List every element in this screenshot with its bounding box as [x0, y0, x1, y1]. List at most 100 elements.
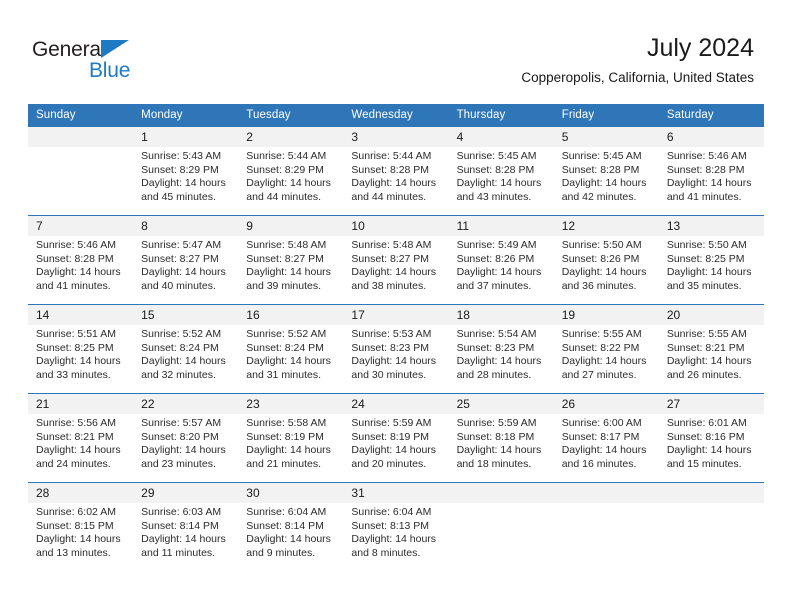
page-header: General Blue July 2024 Copperopolis, Cal… — [0, 0, 792, 100]
sunrise-text: Sunrise: 5:53 AM — [351, 328, 432, 340]
calendar-week-row: 14 Sunrise: 5:51 AM Sunset: 8:25 PM Dayligh… — [28, 304, 764, 394]
daylight-text-line2: and 24 minutes. — [36, 457, 111, 470]
sunrise-text: Sunrise: 5:48 AM — [351, 239, 432, 251]
day-cell-inner — [28, 127, 134, 215]
daylight-text-line2: and 39 minutes. — [246, 279, 321, 292]
day-cell-inner: 11 Sunrise: 5:49 AM Sunset: 8:26 PM Dayligh… — [448, 216, 554, 304]
sunset-text: Sunset: 8:23 PM — [351, 341, 430, 354]
calendar-day-cell[interactable]: 7 Sunrise: 5:46 AM Sunset: 8:28 PM Daylight… — [28, 215, 134, 305]
calendar-page: General Blue July 2024 Copperopolis, Cal… — [0, 0, 792, 612]
daylight-text-line1: Daylight: 14 hours — [246, 444, 331, 457]
day-details: Sunrise: 5:54 AM Sunset: 8:23 PM Daylight:… — [449, 325, 554, 382]
day-details: Sunrise: 6:04 AM Sunset: 8:13 PM Daylight:… — [343, 503, 448, 560]
day-cell-inner: 20 Sunrise: 5:55 AM Sunset: 8:21 PM Dayligh… — [658, 305, 764, 393]
day-cell-inner: 24 Sunrise: 5:59 AM Sunset: 8:19 PM Dayligh… — [343, 394, 449, 482]
calendar-day-cell[interactable]: 14 Sunrise: 5:51 AM Sunset: 8:25 PM Dayligh… — [28, 304, 134, 394]
sunset-text: Sunset: 8:16 PM — [666, 430, 745, 443]
day-number: 20 — [658, 305, 764, 325]
day-cell-inner — [553, 483, 659, 571]
calendar-day-cell[interactable]: 11 Sunrise: 5:49 AM Sunset: 8:26 PM Dayligh… — [448, 215, 554, 305]
calendar-day-cell[interactable]: 20 Sunrise: 5:55 AM Sunset: 8:21 PM Dayligh… — [658, 304, 764, 394]
day-cell-inner: 13 Sunrise: 5:50 AM Sunset: 8:25 PM Dayligh… — [658, 216, 764, 304]
day-details: Sunrise: 5:45 AM Sunset: 8:28 PM Daylight:… — [554, 147, 659, 204]
day-cell-inner: 5 Sunrise: 5:45 AM Sunset: 8:28 PM Daylight… — [553, 127, 659, 215]
calendar-day-cell[interactable]: 27 Sunrise: 6:01 AM Sunset: 8:16 PM Dayligh… — [658, 393, 764, 483]
calendar-day-cell[interactable]: 15 Sunrise: 5:52 AM Sunset: 8:24 PM Dayligh… — [133, 304, 239, 394]
daylight-text-line2: and 38 minutes. — [351, 279, 427, 292]
calendar-day-cell[interactable]: 3 Sunrise: 5:44 AM Sunset: 8:28 PM Daylight… — [343, 127, 449, 216]
day-details: Sunrise: 5:59 AM Sunset: 8:18 PM Daylight:… — [449, 414, 554, 471]
day-number: 17 — [343, 305, 449, 325]
daylight-text-line1: Daylight: 14 hours — [666, 444, 752, 457]
sunset-text: Sunset: 8:21 PM — [36, 430, 114, 443]
day-details: Sunrise: 5:48 AM Sunset: 8:27 PM Daylight:… — [343, 236, 448, 293]
calendar-day-cell[interactable]: 4 Sunrise: 5:45 AM Sunset: 8:28 PM Daylight… — [448, 127, 554, 216]
sunset-text: Sunset: 8:28 PM — [561, 163, 640, 176]
day-number: 27 — [658, 394, 764, 414]
day-cell-inner: 18 Sunrise: 5:54 AM Sunset: 8:23 PM Dayligh… — [448, 305, 554, 393]
sunrise-text: Sunrise: 5:50 AM — [561, 239, 642, 251]
day-cell-inner: 19 Sunrise: 5:55 AM Sunset: 8:22 PM Dayligh… — [553, 305, 659, 393]
calendar-day-cell[interactable]: 6 Sunrise: 5:46 AM Sunset: 8:28 PM Daylight… — [658, 127, 764, 216]
calendar-day-cell[interactable]: 2 Sunrise: 5:44 AM Sunset: 8:29 PM Daylight… — [238, 127, 344, 216]
daylight-text-line1: Daylight: 14 hours — [351, 177, 437, 190]
calendar-day-cell[interactable]: 12 Sunrise: 5:50 AM Sunset: 8:26 PM Dayligh… — [553, 215, 659, 305]
calendar-day-cell[interactable]: 23 Sunrise: 5:58 AM Sunset: 8:19 PM Dayligh… — [238, 393, 344, 483]
calendar-day-cell[interactable]: 21 Sunrise: 5:56 AM Sunset: 8:21 PM Dayligh… — [28, 393, 134, 483]
sunset-text: Sunset: 8:17 PM — [561, 430, 640, 443]
calendar-day-cell[interactable]: 29 Sunrise: 6:03 AM Sunset: 8:14 PM Dayligh… — [133, 482, 239, 571]
sunset-text: Sunset: 8:26 PM — [561, 252, 640, 265]
daylight-text-line1: Daylight: 14 hours — [36, 444, 121, 457]
logo-text-blue: Blue — [89, 59, 131, 82]
calendar-day-cell[interactable]: 22 Sunrise: 5:57 AM Sunset: 8:20 PM Dayligh… — [133, 393, 239, 483]
calendar-day-cell[interactable]: 31 Sunrise: 6:04 AM Sunset: 8:13 PM Dayligh… — [343, 482, 449, 571]
calendar-day-cell[interactable]: 8 Sunrise: 5:47 AM Sunset: 8:27 PM Daylight… — [133, 215, 239, 305]
calendar-day-cell[interactable]: 28 Sunrise: 6:02 AM Sunset: 8:15 PM Dayligh… — [28, 482, 134, 571]
sunset-text: Sunset: 8:15 PM — [36, 519, 114, 532]
day-details: Sunrise: 5:55 AM Sunset: 8:21 PM Daylight:… — [659, 325, 764, 382]
calendar-day-cell[interactable]: 18 Sunrise: 5:54 AM Sunset: 8:23 PM Dayligh… — [448, 304, 554, 394]
calendar-day-cell[interactable]: 24 Sunrise: 5:59 AM Sunset: 8:19 PM Dayligh… — [343, 393, 449, 483]
calendar-day-cell[interactable]: 10 Sunrise: 5:48 AM Sunset: 8:27 PM Dayligh… — [343, 215, 449, 305]
day-number: 1 — [133, 127, 239, 147]
daylight-text-line2: and 36 minutes. — [561, 279, 637, 292]
daylight-text-line2: and 41 minutes. — [36, 279, 111, 292]
calendar-day-cell — [448, 482, 554, 571]
page-title: July 2024 — [646, 34, 754, 62]
sunrise-text: Sunrise: 5:48 AM — [246, 239, 327, 251]
daylight-text-line1: Daylight: 14 hours — [561, 266, 647, 279]
calendar-day-cell[interactable]: 17 Sunrise: 5:53 AM Sunset: 8:23 PM Dayligh… — [343, 304, 449, 394]
calendar-day-cell[interactable]: 1 Sunrise: 5:43 AM Sunset: 8:29 PM Daylight… — [133, 127, 239, 216]
day-number: 19 — [553, 305, 659, 325]
calendar-day-cell[interactable]: 5 Sunrise: 5:45 AM Sunset: 8:28 PM Daylight… — [553, 127, 659, 216]
weekday-header-monday: Monday — [133, 104, 239, 127]
calendar-day-cell[interactable]: 13 Sunrise: 5:50 AM Sunset: 8:25 PM Dayligh… — [658, 215, 764, 305]
calendar-day-cell[interactable]: 25 Sunrise: 5:59 AM Sunset: 8:18 PM Dayligh… — [448, 393, 554, 483]
daylight-text-line1: Daylight: 14 hours — [561, 177, 647, 190]
daylight-text-line1: Daylight: 14 hours — [456, 266, 542, 279]
calendar-day-cell[interactable]: 26 Sunrise: 6:00 AM Sunset: 8:17 PM Dayligh… — [553, 393, 659, 483]
sunset-text: Sunset: 8:29 PM — [246, 163, 324, 176]
sunset-text: Sunset: 8:21 PM — [666, 341, 745, 354]
day-number: 24 — [343, 394, 449, 414]
day-number: 4 — [448, 127, 554, 147]
daylight-text-line2: and 31 minutes. — [246, 368, 321, 381]
general-blue-logo: General Blue — [32, 38, 152, 86]
daylight-text-line2: and 18 minutes. — [456, 457, 532, 470]
sunrise-text: Sunrise: 5:54 AM — [456, 328, 537, 340]
day-details: Sunrise: 5:44 AM Sunset: 8:29 PM Daylight:… — [238, 147, 343, 204]
sunrise-text: Sunrise: 5:46 AM — [36, 239, 116, 251]
sunrise-text: Sunrise: 5:56 AM — [36, 417, 116, 429]
calendar-day-cell[interactable]: 19 Sunrise: 5:55 AM Sunset: 8:22 PM Dayligh… — [553, 304, 659, 394]
calendar-day-cell[interactable]: 30 Sunrise: 6:04 AM Sunset: 8:14 PM Dayligh… — [238, 482, 344, 571]
sunrise-text: Sunrise: 5:50 AM — [666, 239, 747, 251]
sunrise-text: Sunrise: 6:02 AM — [36, 506, 116, 518]
daylight-text-line1: Daylight: 14 hours — [456, 444, 542, 457]
daylight-text-line1: Daylight: 14 hours — [141, 177, 226, 190]
calendar-day-cell[interactable]: 9 Sunrise: 5:48 AM Sunset: 8:27 PM Daylight… — [238, 215, 344, 305]
daylight-text-line1: Daylight: 14 hours — [141, 444, 226, 457]
day-number — [448, 483, 554, 503]
calendar-day-cell[interactable]: 16 Sunrise: 5:52 AM Sunset: 8:24 PM Dayligh… — [238, 304, 344, 394]
day-details: Sunrise: 5:58 AM Sunset: 8:19 PM Daylight:… — [238, 414, 343, 471]
triangle-icon — [101, 40, 129, 58]
